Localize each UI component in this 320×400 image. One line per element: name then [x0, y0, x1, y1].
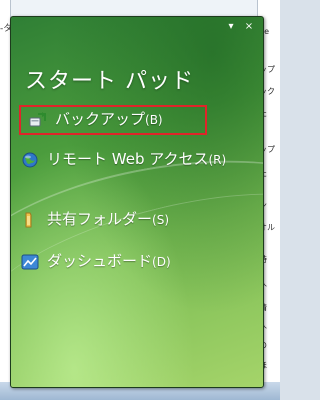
remote-web-access-icon [21, 151, 39, 169]
gadget-options-icon[interactable]: ▾ [225, 21, 237, 33]
backup-icon [29, 111, 47, 129]
shared-folder-item[interactable]: 共有フォルダー(S) [21, 209, 251, 231]
remote-web-access-item[interactable]: リモート Web アクセス(R) [21, 149, 251, 171]
gadget-title: スタート パッド [25, 69, 194, 94]
dashboard-label: ダッシュボード(D) [47, 252, 171, 270]
backup-item[interactable]: バックアップ(B) [19, 105, 207, 135]
start-pad-gadget: ▾ × スタート パッド バックアップ(B) リモート Web アクセス(R) [10, 16, 264, 388]
shared-folder-icon [21, 211, 39, 229]
shared-folder-label: 共有フォルダー(S) [47, 210, 169, 228]
remote-web-access-label: リモート Web アクセス(R) [47, 150, 227, 168]
gadget-close-icon[interactable]: × [243, 21, 255, 33]
dashboard-icon [21, 253, 39, 271]
dashboard-item[interactable]: ダッシュボード(D) [21, 251, 251, 273]
backup-label: バックアップ(B) [55, 110, 163, 128]
